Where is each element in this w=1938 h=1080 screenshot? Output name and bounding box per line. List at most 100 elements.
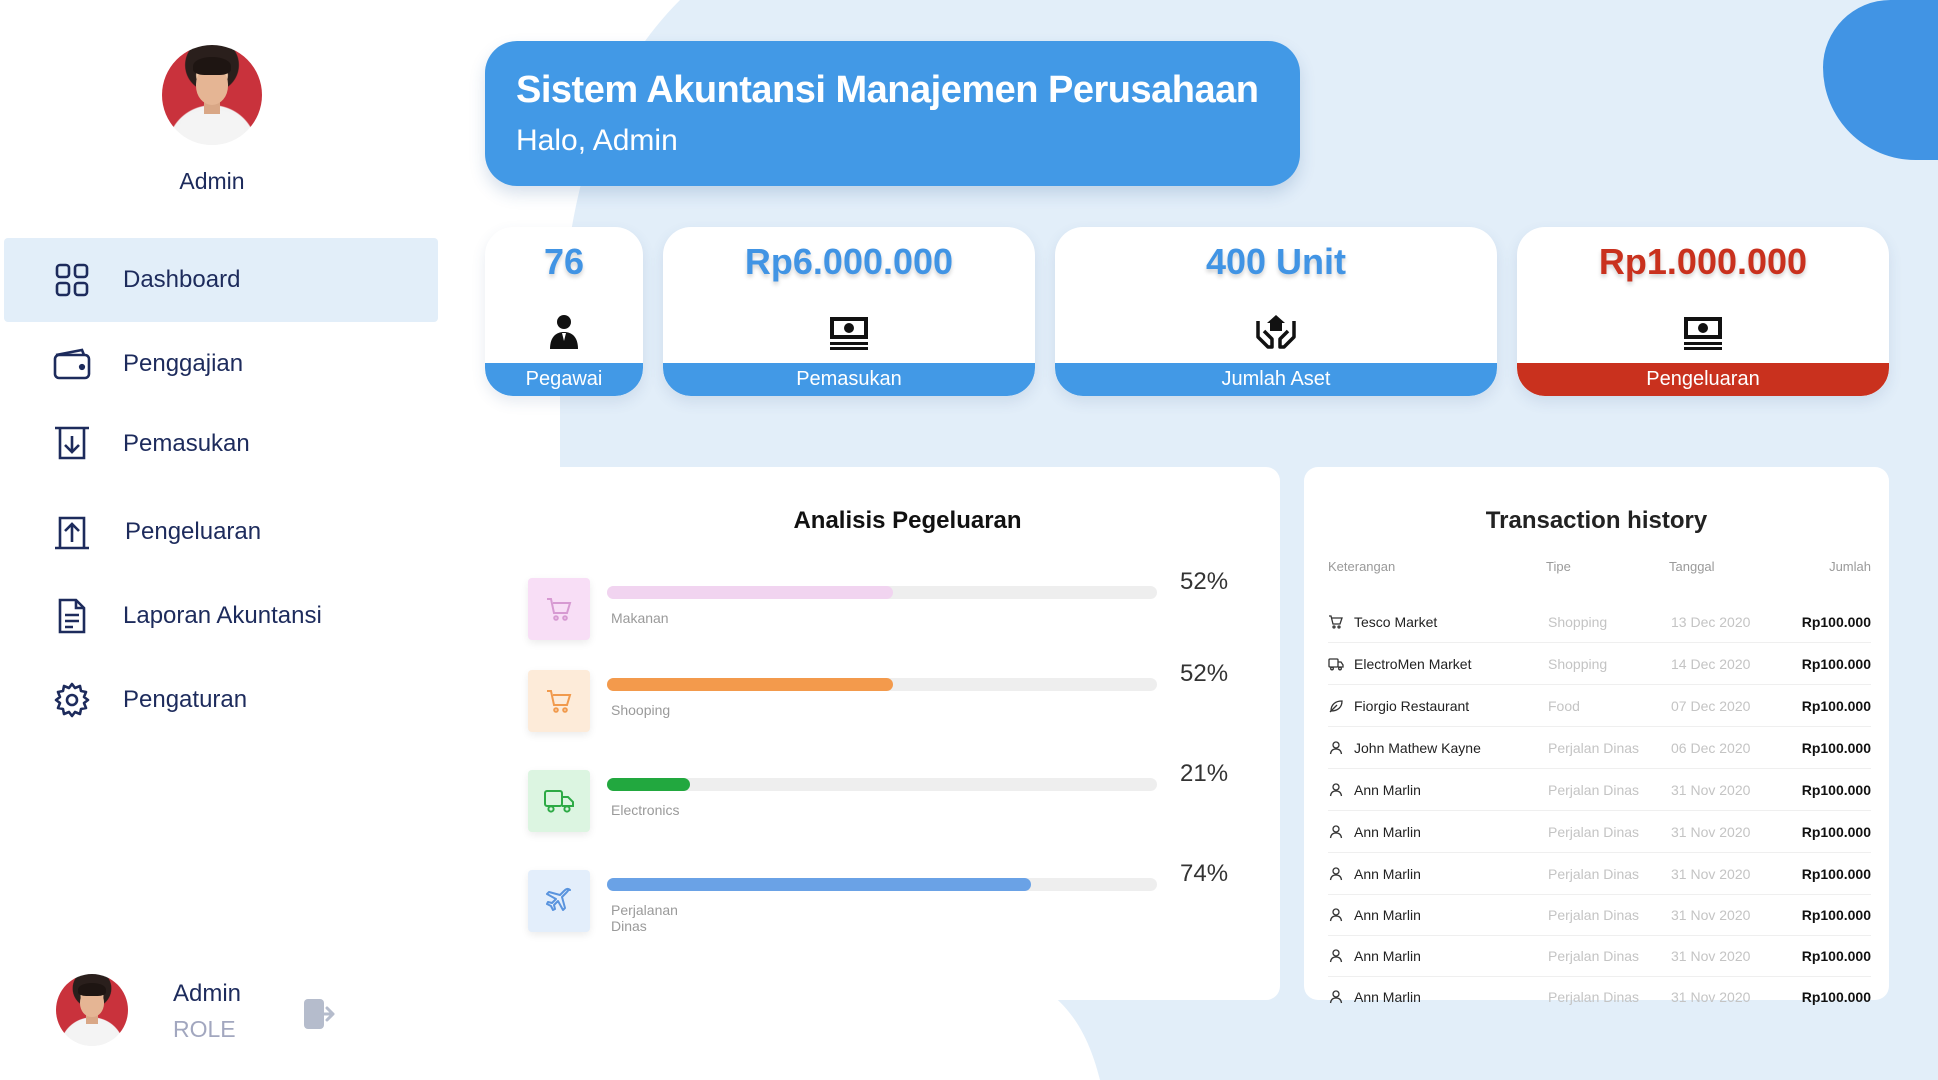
panel-title: Analisis Pegeluaran: [793, 507, 1022, 534]
user-role: ROLE: [173, 1016, 236, 1042]
stat-label: Pemasukan: [663, 363, 1035, 396]
person-icon: [1328, 824, 1344, 840]
expense-row: Perjalanan Dinas 74%: [528, 860, 1280, 950]
cell-jumlah: Rp100.000: [1801, 656, 1871, 672]
user-avatar[interactable]: [56, 974, 128, 1046]
column-header-jumlah: Jumlah: [1829, 559, 1871, 574]
cart-icon: [1328, 614, 1344, 630]
cell-jumlah: Rp100.000: [1801, 989, 1871, 1005]
cell-jumlah: Rp100.000: [1801, 614, 1871, 630]
cell-keterangan: ElectroMen Market: [1354, 656, 1472, 672]
sidebar-item-pengeluaran[interactable]: Pengeluaran: [4, 490, 438, 574]
person-icon: [1328, 866, 1344, 882]
cell-tanggal: 31 Nov 2020: [1671, 948, 1751, 964]
stat-value: Rp1.000.000: [1598, 241, 1808, 282]
user-name: Admin: [173, 980, 242, 1007]
table-row[interactable]: John Mathew Kayne Perjalan Dinas 06 Dec 20…: [1328, 727, 1871, 769]
cell-keterangan: Ann Marlin: [1354, 907, 1421, 923]
cell-tanggal: 31 Nov 2020: [1671, 824, 1751, 840]
header-banner: Sistem Akuntansi Manajemen Perusahaan Ha…: [485, 41, 1300, 186]
transaction-history-panel: Transaction history Keterangan Tipe Tang…: [1304, 467, 1889, 1005]
cell-tanggal: 31 Nov 2020: [1671, 866, 1751, 882]
person-icon: [1328, 740, 1344, 756]
expense-upload-icon: [52, 512, 92, 552]
cell-keterangan: Ann Marlin: [1354, 948, 1421, 964]
table-row[interactable]: Tesco Market Shopping 13 Dec 2020 Rp100.000: [1328, 601, 1871, 643]
employee-icon: [542, 309, 586, 353]
sidebar-item-penggajian[interactable]: Penggajian: [4, 322, 438, 406]
cell-keterangan: Ann Marlin: [1354, 782, 1421, 798]
cell-keterangan: Tesco Market: [1354, 614, 1438, 630]
table-row[interactable]: Ann Marlin Perjalan Dinas 31 Nov 2020 Rp100…: [1328, 976, 1871, 1018]
stat-card-pemasukan[interactable]: Rp6.000.000 Pemasukan: [663, 227, 1035, 396]
income-tray-icon: [52, 424, 92, 464]
page-title: Sistem Akuntansi Manajemen Perusahaan: [516, 69, 1259, 111]
table-row[interactable]: Fiorgio Restaurant Food 07 Dec 2020 Rp100.0…: [1328, 685, 1871, 727]
sidebar-item-label: Pengeluaran: [125, 518, 262, 545]
cell-tipe: Shopping: [1548, 614, 1608, 630]
sidebar-item-label: Pengaturan: [123, 686, 248, 713]
progress-track: [607, 878, 1157, 891]
table-row[interactable]: Ann Marlin Perjalan Dinas 31 Nov 2020 Rp100…: [1328, 935, 1871, 977]
category-label: Makanan: [611, 610, 669, 626]
sidebar-item-pemasukan[interactable]: Pemasukan: [4, 402, 438, 486]
category-label: Electronics: [611, 802, 680, 818]
cell-keterangan: Ann Marlin: [1354, 824, 1421, 840]
plane-icon: [528, 870, 590, 932]
table-row[interactable]: Ann Marlin Perjalan Dinas 31 Nov 2020 Rp100…: [1328, 811, 1871, 853]
greeting-text: Halo, Admin: [516, 124, 678, 157]
percent-label: 21%: [1180, 760, 1229, 787]
cell-tipe: Perjalan Dinas: [1548, 782, 1640, 798]
cell-tanggal: 31 Nov 2020: [1671, 989, 1751, 1005]
progress-track: [607, 678, 1157, 691]
table-row[interactable]: Ann Marlin Perjalan Dinas 31 Nov 2020 Rp100…: [1328, 769, 1871, 811]
sidebar-item-laporan[interactable]: Laporan Akuntansi: [4, 574, 438, 658]
stat-value: 400 Unit: [1205, 241, 1347, 282]
person-icon: [1328, 907, 1344, 923]
progress-fill: [607, 586, 893, 599]
percent-label: 52%: [1180, 568, 1229, 595]
stat-card-pegawai[interactable]: 76 Pegawai: [485, 227, 643, 396]
sidebar: Admin Dashboard Penggajian Pemasukan Pen…: [0, 0, 440, 1080]
money-bill-icon: [827, 309, 871, 353]
stat-label: Pengeluaran: [1517, 363, 1889, 396]
column-header-keterangan: Keterangan: [1328, 559, 1396, 574]
sidebar-item-label: Laporan Akuntansi: [123, 602, 322, 629]
cell-tipe: Perjalan Dinas: [1548, 907, 1640, 923]
percent-label: 52%: [1180, 660, 1229, 687]
cell-tanggal: 06 Dec 2020: [1671, 740, 1751, 756]
truck-icon: [1328, 656, 1344, 672]
table-row[interactable]: Ann Marlin Perjalan Dinas 31 Nov 2020 Rp100…: [1328, 853, 1871, 895]
stat-card-jumlah-aset[interactable]: 400 Unit Jumlah Aset: [1055, 227, 1497, 396]
cell-tanggal: 14 Dec 2020: [1671, 656, 1751, 672]
logout-icon[interactable]: [302, 997, 336, 1031]
cell-jumlah: Rp100.000: [1801, 740, 1871, 756]
cell-tanggal: 13 Dec 2020: [1671, 614, 1751, 630]
cell-tipe: Food: [1548, 698, 1580, 714]
percent-label: 74%: [1180, 860, 1229, 887]
cell-jumlah: Rp100.000: [1801, 948, 1871, 964]
truck-icon: [528, 770, 590, 832]
cell-tipe: Perjalan Dinas: [1548, 989, 1640, 1005]
stat-label: Pegawai: [485, 363, 643, 396]
dashboard-grid-icon: [52, 260, 92, 300]
stat-value: Rp6.000.000: [744, 241, 954, 282]
cell-tanggal: 31 Nov 2020: [1671, 782, 1751, 798]
expense-row: Makanan 52%: [528, 568, 1280, 658]
leaf-icon: [1328, 698, 1344, 714]
cell-jumlah: Rp100.000: [1801, 824, 1871, 840]
sidebar-item-pengaturan[interactable]: Pengaturan: [4, 658, 438, 742]
profile-name: Admin: [179, 168, 245, 194]
stat-label: Jumlah Aset: [1055, 363, 1497, 396]
table-row[interactable]: Ann Marlin Perjalan Dinas 31 Nov 2020 Rp100…: [1328, 894, 1871, 936]
profile-avatar[interactable]: [162, 45, 262, 145]
person-icon: [1328, 782, 1344, 798]
cart-icon: [528, 670, 590, 732]
stat-card-pengeluaran[interactable]: Rp1.000.000 Pengeluaran: [1517, 227, 1889, 396]
cell-jumlah: Rp100.000: [1801, 907, 1871, 923]
cell-tipe: Perjalan Dinas: [1548, 824, 1640, 840]
panel-title: Transaction history: [1485, 507, 1708, 534]
sidebar-item-dashboard[interactable]: Dashboard: [4, 238, 438, 322]
table-row[interactable]: ElectroMen Market Shopping 14 Dec 2020 Rp10…: [1328, 643, 1871, 685]
expense-row: Shooping 52%: [528, 660, 1280, 750]
